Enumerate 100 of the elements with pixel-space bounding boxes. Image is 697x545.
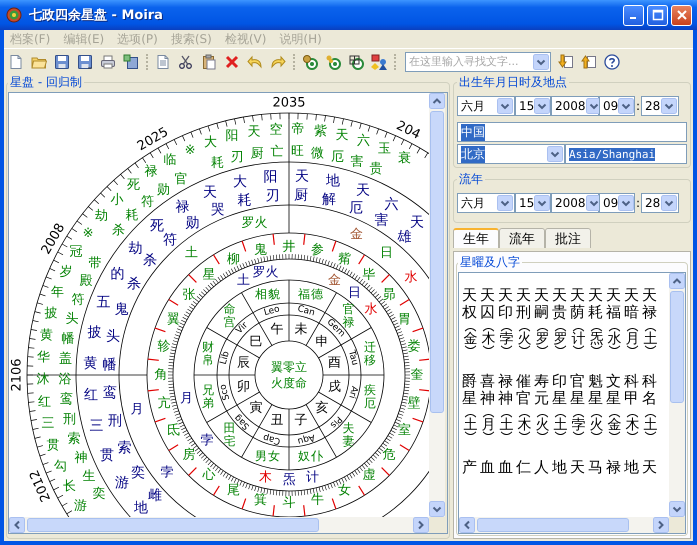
group-title: 流年 xyxy=(458,171,484,188)
chevron-down-icon[interactable] xyxy=(533,54,549,70)
chevron-up-icon[interactable] xyxy=(429,93,445,109)
star-term: 地解 xyxy=(322,172,340,208)
minute-dropdown[interactable]: 28 xyxy=(641,96,679,116)
minute-dropdown[interactable]: 28 xyxy=(641,193,679,213)
chevron-down-icon[interactable] xyxy=(618,195,634,211)
mansion-label: 奎 xyxy=(410,368,424,382)
delete-icon[interactable] xyxy=(224,54,240,70)
chevron-down-icon[interactable] xyxy=(618,98,634,114)
planet-glyph: 土 xyxy=(462,414,479,435)
branch-label: 戌 xyxy=(328,380,341,395)
star-term: 游奕 xyxy=(74,486,106,513)
star-term: 阳刃 xyxy=(226,128,244,165)
star-term: 天厨 xyxy=(247,124,264,161)
maximize-button[interactable] xyxy=(647,4,668,26)
mansion-label: 胃 xyxy=(398,312,411,327)
timezone-field[interactable]: Asia/Shanghai xyxy=(565,144,687,164)
help-icon[interactable] xyxy=(604,54,620,70)
tab[interactable]: 批注 xyxy=(545,228,591,248)
maximize-icon[interactable] xyxy=(652,9,664,21)
chevron-down-icon[interactable] xyxy=(661,195,677,211)
branch-label: 申 xyxy=(316,334,329,350)
chevron-down-icon[interactable] xyxy=(547,146,563,162)
star-name: 文星 xyxy=(606,373,621,406)
planet-glyph: 月 xyxy=(180,390,194,406)
scrollbar-thumb[interactable] xyxy=(477,518,629,532)
city-dropdown[interactable]: 北京 xyxy=(457,144,565,164)
planet-glyph: 孛 xyxy=(570,414,587,435)
hour-dropdown[interactable]: 09 xyxy=(599,96,635,116)
country-field[interactable]: 中国 xyxy=(457,122,687,142)
year-dropdown[interactable]: 2008 xyxy=(551,193,599,213)
chevron-left-icon[interactable] xyxy=(9,517,25,533)
chevron-right-icon[interactable] xyxy=(413,517,429,533)
star-name: 天 xyxy=(642,459,657,476)
month-dropdown[interactable]: 六月 xyxy=(457,193,515,213)
planet-glyph: 木 xyxy=(480,328,497,349)
close-button[interactable] xyxy=(671,4,692,26)
grid-icon[interactable] xyxy=(348,54,364,70)
new-document-icon[interactable] xyxy=(8,54,24,70)
chevron-down-icon[interactable] xyxy=(497,98,513,114)
star-name: 天权 xyxy=(462,287,477,320)
document-icon[interactable] xyxy=(155,54,171,70)
scissors-icon[interactable] xyxy=(178,54,194,70)
time-separator: : xyxy=(635,196,641,210)
redo-icon[interactable] xyxy=(270,54,286,70)
sign-label: Can xyxy=(296,304,316,318)
target-icon[interactable] xyxy=(325,54,341,70)
chevron-up-icon[interactable] xyxy=(669,273,685,289)
chevron-down-icon[interactable] xyxy=(534,98,550,114)
day-dropdown[interactable]: 15 xyxy=(515,193,551,213)
planet-glyph: 罗 xyxy=(552,328,569,349)
chevron-down-icon[interactable] xyxy=(429,501,445,517)
shapes-icon[interactable] xyxy=(371,54,387,70)
star-name: 天印 xyxy=(498,287,513,320)
tab[interactable]: 生年 xyxy=(453,228,499,248)
star-term: 三刑 xyxy=(41,411,76,431)
clipboard-icon[interactable] xyxy=(201,54,217,70)
chevron-down-icon[interactable] xyxy=(661,98,677,114)
scrollbar-thumb[interactable] xyxy=(670,291,684,403)
chevron-left-icon[interactable] xyxy=(459,517,475,533)
undo-icon[interactable] xyxy=(247,54,263,70)
sign-label: Leo xyxy=(262,304,281,318)
chevron-down-icon[interactable] xyxy=(497,195,513,211)
arrow-up-icon[interactable] xyxy=(581,54,597,70)
year-dropdown[interactable]: 2008 xyxy=(551,96,599,116)
star-name: 天荫 xyxy=(570,287,585,320)
tab[interactable]: 流年 xyxy=(499,228,545,248)
star-name: 马 xyxy=(588,459,603,476)
planet-glyph: 水 xyxy=(606,328,623,349)
vertical-scrollbar[interactable] xyxy=(429,93,445,517)
planet-glyph: 木 xyxy=(624,414,641,435)
planet-glyph: 罗火 xyxy=(241,215,268,230)
hour-dropdown[interactable]: 09 xyxy=(599,193,635,213)
vertical-scrollbar[interactable] xyxy=(669,273,685,517)
month-dropdown[interactable]: 六月 xyxy=(457,96,515,116)
close-icon[interactable] xyxy=(676,9,688,21)
chevron-down-icon[interactable] xyxy=(669,501,685,517)
horizontal-scrollbar[interactable] xyxy=(9,517,429,533)
planet-glyph: 罗 xyxy=(534,328,551,349)
minimize-button[interactable] xyxy=(623,4,644,26)
scrollbar-thumb[interactable] xyxy=(430,111,444,413)
planet-glyph: 孛 xyxy=(160,464,174,480)
star-name: 天 xyxy=(570,459,585,476)
chevron-down-icon[interactable] xyxy=(534,195,550,211)
house-label: 兄弟 xyxy=(202,383,214,410)
scrollbar-thumb[interactable] xyxy=(27,518,319,532)
star-term: 红鸾 xyxy=(38,391,73,409)
star-name: 地 xyxy=(624,459,639,476)
chevron-right-icon[interactable] xyxy=(653,517,669,533)
star-name: 天嗣 xyxy=(534,287,549,320)
star-name: 人 xyxy=(534,459,549,476)
printer-icon[interactable] xyxy=(100,54,116,70)
star-name: 印星 xyxy=(552,373,567,406)
arrow-down-icon[interactable] xyxy=(558,54,574,70)
horizontal-scrollbar[interactable] xyxy=(459,517,669,533)
mansion-label: 翼 xyxy=(167,312,180,327)
mansion-label: 房 xyxy=(182,447,196,462)
mansion-label: 尾 xyxy=(226,482,240,498)
day-dropdown[interactable]: 15 xyxy=(515,96,551,116)
